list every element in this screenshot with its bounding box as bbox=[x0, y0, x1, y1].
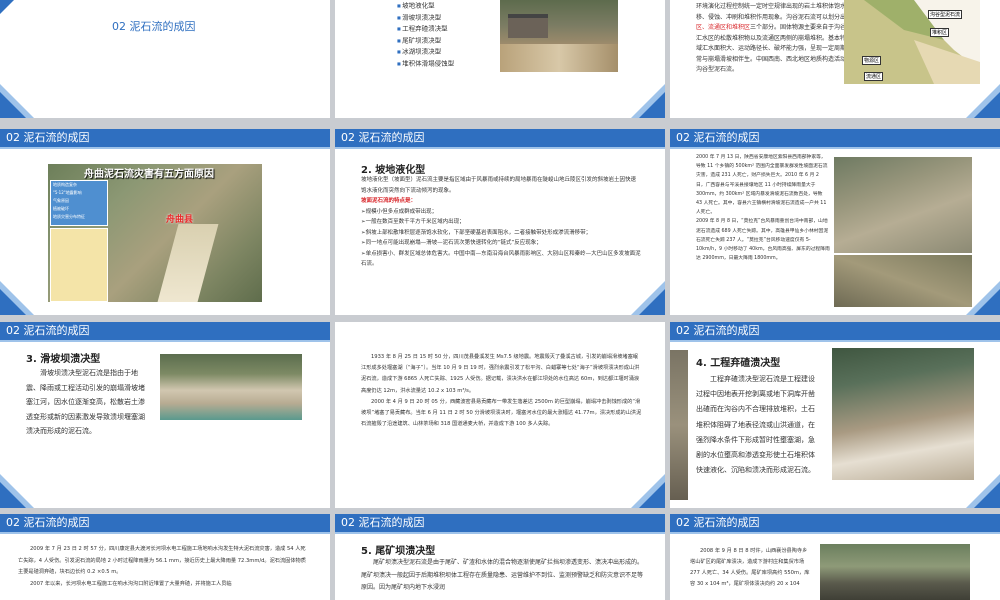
list-item: 尾矿坝溃决型 bbox=[397, 35, 454, 47]
slide-4[interactable]: 02 泥石流的成因 舟曲泥石流灾害有五方面原因 地质构造复杂 "5·12"地震影… bbox=[0, 129, 330, 315]
list-item: 堆积体滑塌侵蚀型 bbox=[397, 58, 454, 70]
paragraph: 2000 年 4 月 9 日 20 时 05 分，西藏波密县易贡藏布一带发生落差… bbox=[361, 398, 642, 428]
slide-title: 02 泥石流的成因 bbox=[112, 20, 196, 33]
body-text: 环境演化过程控制统一定时空规律出现的岩土堆积体饱水、运移、侵蚀、冲刷和堆积作用现… bbox=[696, 2, 864, 76]
paragraph: 2007 年以来，长河坝水电工程施工在响水沟沟口附近堆置了大量弃碴，并将施工人员… bbox=[30, 580, 232, 587]
body-text: 2009 年 7 月 23 日 2 时 57 分，四川康定县大渡河长河坝水电工程… bbox=[18, 544, 310, 590]
point: ➢斜坡上部松散堆积层逐渐饱水软化，下部坚硬基岩表面阻水，二者接触带处形成渗流滑移… bbox=[361, 229, 592, 236]
paragraph: 2009 年 7 月 23 日 2 时 57 分，四川康定县大渡河长河坝水电工程… bbox=[18, 546, 306, 575]
slide-11[interactable]: 02 泥石流的成因 5. 尾矿坝溃决型 尾矿坝溃决型泥石流是由于尾矿、矿渣和水体… bbox=[335, 514, 665, 600]
slide-7[interactable]: 02 泥石流的成因 3. 滑坡坝溃决型 滑坡坝溃决型泥石流是指由于地震、降雨或工… bbox=[0, 322, 330, 508]
list-item: 工程弃碴溃决型 bbox=[397, 23, 454, 35]
slide-2[interactable]: 坡地液化型 滑坡坝溃决型 工程弃碴溃决型 尾矿坝溃决型 冰湖坝溃决型 堆积体滑塌… bbox=[335, 0, 665, 118]
text-part: 三个部分。固体物源主要来自于沟谷源头汇水区的松散堆积物以及流通区两侧的崩塌堆积。… bbox=[696, 24, 865, 73]
corner-decoration bbox=[639, 92, 665, 118]
slide-3[interactable]: 环境演化过程控制统一定时空规律出现的岩土堆积体饱水、运移、侵蚀、冲刷和堆积作用现… bbox=[670, 0, 1000, 118]
building-shape bbox=[508, 14, 548, 38]
label-deposit: 堆积区 bbox=[930, 28, 950, 37]
water-shape bbox=[500, 44, 618, 72]
slide-header: 02 泥石流的成因 bbox=[0, 322, 330, 342]
list-item: 滑坡坝溃决型 bbox=[397, 12, 454, 24]
legend-item: 植被破坏 bbox=[53, 206, 69, 211]
tailings-photo bbox=[820, 544, 970, 600]
corner-decoration bbox=[0, 92, 26, 118]
slide-header: 02 泥石流的成因 bbox=[670, 322, 1000, 342]
county-label: 舟曲县 bbox=[166, 215, 194, 225]
label-channel: 流通区 bbox=[864, 72, 884, 81]
landslide-photo bbox=[834, 157, 972, 253]
section-heading: 4. 工程弃碴溃决型 bbox=[696, 358, 781, 369]
corner-decoration bbox=[974, 92, 1000, 118]
type-list: 坡地液化型 滑坡坝溃决型 工程弃碴溃决型 尾矿坝溃决型 冰湖坝溃决型 堆积体滑塌… bbox=[397, 0, 454, 69]
feature-title: 坡面泥石流的特点是： bbox=[361, 198, 417, 204]
debris-flow-diagram: 物源区 堆积区 流通区 沟谷型泥石流 bbox=[844, 0, 980, 84]
landslide-dam-photo bbox=[160, 354, 302, 420]
point: ➢一般在数百至数千平方千米区域内出现； bbox=[361, 219, 465, 225]
river-shape bbox=[157, 224, 219, 302]
body-text: 2000 年 7 月 13 日，陕西省安康地区紫阳县西南部钟家等，导致 11 个… bbox=[696, 153, 830, 263]
body-text: 坡地液化型（坡面型）泥石流主要是指区域由于风暴雨或持续的局地暴雨在陡峻山地丘陵区… bbox=[361, 175, 641, 270]
body-text: 尾矿坝溃决型泥石流是由于尾矿、矿渣和水体的混合物逐渐使尾矿拦挡坝渗透变形、溃决冲… bbox=[361, 559, 644, 591]
map-title: 舟曲泥石流灾害有五方面原因 bbox=[84, 169, 214, 180]
slide-6[interactable]: 02 泥石流的成因 2000 年 7 月 13 日，陕西省安康地区紫阳县西南部钟… bbox=[670, 129, 1000, 315]
point: ➢单点损害小、群发区域总体危害大。中国中南—东南沿海台风暴雨影响区、大别山区和秦… bbox=[361, 250, 641, 268]
corner-decoration bbox=[0, 482, 26, 508]
section-heading: 2. 坡地液化型 bbox=[361, 165, 426, 176]
flood-photo-2 bbox=[832, 348, 974, 480]
legend-item: 地质灾害分布特征 bbox=[53, 214, 85, 219]
map-legend: 地质构造复杂 "5·12"地震影响 气象原因 植被破坏 地质灾害分布特征 bbox=[50, 180, 108, 226]
legend-item: "5·12"地震影响 bbox=[53, 190, 82, 195]
paragraph: 2000 年 7 月 13 日，陕西省安康地区紫阳县西南部钟家等，导致 11 个… bbox=[696, 155, 828, 216]
slide-1[interactable]: 02 泥石流的成因 bbox=[0, 0, 330, 118]
slide-header: 02 泥石流的成因 bbox=[335, 514, 665, 534]
debris-photo bbox=[834, 255, 972, 307]
flood-photo bbox=[500, 0, 618, 72]
spoil-flood-photo bbox=[670, 350, 688, 500]
slide-10[interactable]: 02 泥石流的成因 2009 年 7 月 23 日 2 时 57 分，四川康定县… bbox=[0, 514, 330, 600]
body-text: 2008 年 9 月 8 日 8 时许，山西襄汾县陶寺乡塔山矿区的尾矿库溃决，造… bbox=[690, 548, 810, 587]
corner-decoration bbox=[639, 289, 665, 315]
legend-item: 气象原因 bbox=[53, 198, 69, 203]
body-text: 1933 年 8 月 25 日 15 时 50 分，四川茂县叠溪发生 Ms7.5… bbox=[361, 352, 643, 430]
slide-header: 02 泥石流的成因 bbox=[670, 129, 1000, 149]
slide-8[interactable]: 1933 年 8 月 25 日 15 时 50 分，四川茂县叠溪发生 Ms7.5… bbox=[335, 322, 665, 508]
corner-decoration bbox=[0, 289, 26, 315]
corner-decoration bbox=[974, 482, 1000, 508]
body-text: 工程弃碴溃决型泥石流是工程建设过程中因地表开挖剥离或地下洞库开凿出碴而在沟谷内不… bbox=[696, 375, 815, 475]
body-text: 滑坡坝溃决型泥石流是指由于地震、降雨或工程活动引发的崩塌滑坡堵塞江河，因水位逐渐… bbox=[26, 369, 145, 435]
intro-text: 坡地液化型（坡面型）泥石流主要是指区域由于风暴雨或持续的局地暴雨在陡峻山地丘陵区… bbox=[361, 177, 637, 194]
legend-item: 地质构造复杂 bbox=[53, 182, 77, 187]
point: ➢同一地点可能出现崩塌—滑坡—泥石流次第快速转化的“链式”反应现象； bbox=[361, 240, 542, 246]
label-source: 物源区 bbox=[862, 56, 882, 65]
slide-header: 02 泥石流的成因 bbox=[0, 514, 330, 534]
text-part: 环境演化过程控制统一定时空规律出现的岩土堆积体饱水、运移、侵蚀、冲刷和堆积作用现… bbox=[696, 3, 859, 21]
corner-decoration bbox=[974, 289, 1000, 315]
slide-header: 02 泥石流的成因 bbox=[335, 129, 665, 149]
slide-header: 02 泥石流的成因 bbox=[0, 129, 330, 149]
zhouqu-map: 舟曲泥石流灾害有五方面原因 地质构造复杂 "5·12"地震影响 气象原因 植被破… bbox=[48, 164, 262, 302]
slide-5[interactable]: 02 泥石流的成因 2. 坡地液化型 坡地液化型（坡面型）泥石流主要是指区域由于… bbox=[335, 129, 665, 315]
list-item: 冰湖坝溃决型 bbox=[397, 46, 454, 58]
paragraph: 2009 年 8 月 8 日，“莫拉克”台风暴雨重创台湾中南部，山地泥石流造成 … bbox=[696, 219, 830, 262]
slide-header: 02 泥石流的成因 bbox=[670, 514, 1000, 534]
slide-12[interactable]: 02 泥石流的成因 2008 年 9 月 8 日 8 时许，山西襄汾县陶寺乡塔山… bbox=[670, 514, 1000, 600]
province-inset bbox=[50, 228, 108, 302]
label-type: 沟谷型泥石流 bbox=[928, 10, 963, 19]
section-heading: 3. 滑坡坝溃决型 bbox=[26, 354, 101, 365]
corner-decoration bbox=[0, 0, 14, 14]
list-item: 坡地液化型 bbox=[397, 0, 454, 12]
paragraph: 1933 年 8 月 25 日 15 时 50 分，四川茂县叠溪发生 Ms7.5… bbox=[361, 354, 640, 394]
section-heading: 5. 尾矿坝溃决型 bbox=[361, 546, 436, 557]
corner-decoration bbox=[639, 482, 665, 508]
point: ➢规模小但多点成群成带出现； bbox=[361, 208, 438, 215]
slide-9[interactable]: 02 泥石流的成因 4. 工程弃碴溃决型 工程弃碴溃决型泥石流是工程建设过程中因… bbox=[670, 322, 1000, 508]
